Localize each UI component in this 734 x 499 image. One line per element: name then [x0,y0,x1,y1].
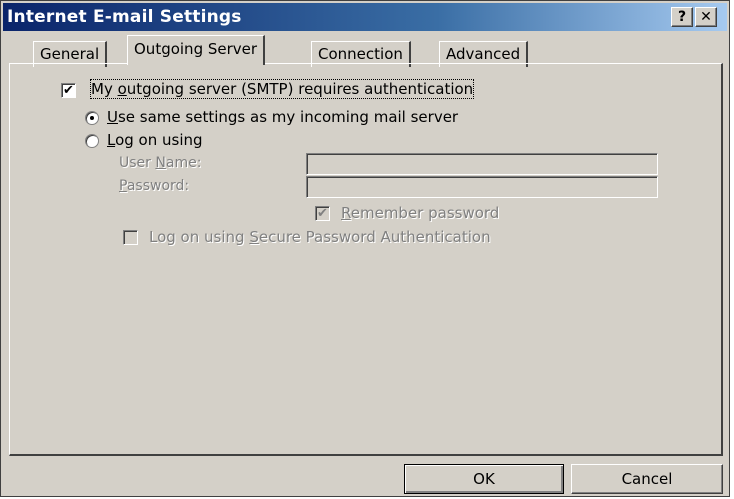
tab-connection-label: Connection [318,45,403,63]
spa-label-accel: S [249,228,259,246]
checkmark-icon: ✔ [63,83,74,98]
password-label-accel: P [119,178,127,194]
help-icon: ? [677,9,687,25]
internet-email-settings-dialog: Internet E-mail Settings ? ✕ General Out… [0,0,730,497]
spa-label[interactable]: Log on using Secure Password Authenticat… [149,228,491,246]
user-name-label: User Name: [119,155,201,171]
remember-password-checkbox[interactable]: ✔ [315,206,330,221]
remember-password-label[interactable]: Remember password [341,204,499,222]
checkmark-icon: ✔ [317,206,328,221]
same-settings-label-accel: U [107,108,118,126]
close-button[interactable]: ✕ [695,7,717,27]
tab-advanced-label: Advanced [446,45,521,63]
cancel-button-label: Cancel [621,470,673,488]
same-settings-label-post: se same settings as my incoming mail ser… [117,108,459,126]
log-on-using-radio[interactable] [85,134,99,148]
ok-button-label: OK [473,470,495,488]
user-name-input[interactable] [306,153,658,175]
log-on-using-label[interactable]: Log on using [107,131,203,149]
ok-button[interactable]: OK [404,464,564,494]
title-bar[interactable]: Internet E-mail Settings ? ✕ [3,3,727,31]
user-name-label-post: ame: [165,155,202,171]
window-title: Internet E-mail Settings [7,7,242,27]
user-name-label-accel: N [155,155,166,171]
remember-password-label-post: emember password [350,204,500,222]
tab-outgoing-server[interactable]: Outgoing Server [127,35,266,65]
smtp-auth-label-post: utgoing server (SMTP) requires authentic… [126,80,474,98]
user-name-label-pre: User [119,155,156,171]
password-label-post: assword: [126,178,190,194]
smtp-auth-checkbox[interactable]: ✔ [61,83,76,98]
radio-selected-dot [90,116,94,120]
close-icon: ✕ [700,9,712,25]
password-label: Password: [119,178,189,194]
same-settings-label[interactable]: Use same settings as my incoming mail se… [107,108,458,126]
log-on-using-label-accel: L [107,131,116,149]
tab-general-label: General [40,45,100,63]
log-on-using-label-post: og on using [115,131,203,149]
smtp-auth-label-pre: My [91,80,118,98]
spa-label-pre: Log on using [149,228,250,246]
spa-checkbox[interactable] [123,230,138,245]
tab-outgoing-server-label: Outgoing Server [134,40,258,58]
password-input[interactable] [306,176,658,198]
help-button[interactable]: ? [671,7,693,27]
cancel-button[interactable]: Cancel [571,464,723,494]
smtp-auth-label-accel: o [117,80,127,98]
spa-label-post: ecure Password Authentication [258,228,491,246]
smtp-auth-label[interactable]: My outgoing server (SMTP) requires authe… [89,79,475,99]
same-settings-radio[interactable] [85,111,99,125]
remember-password-label-accel: R [341,204,351,222]
